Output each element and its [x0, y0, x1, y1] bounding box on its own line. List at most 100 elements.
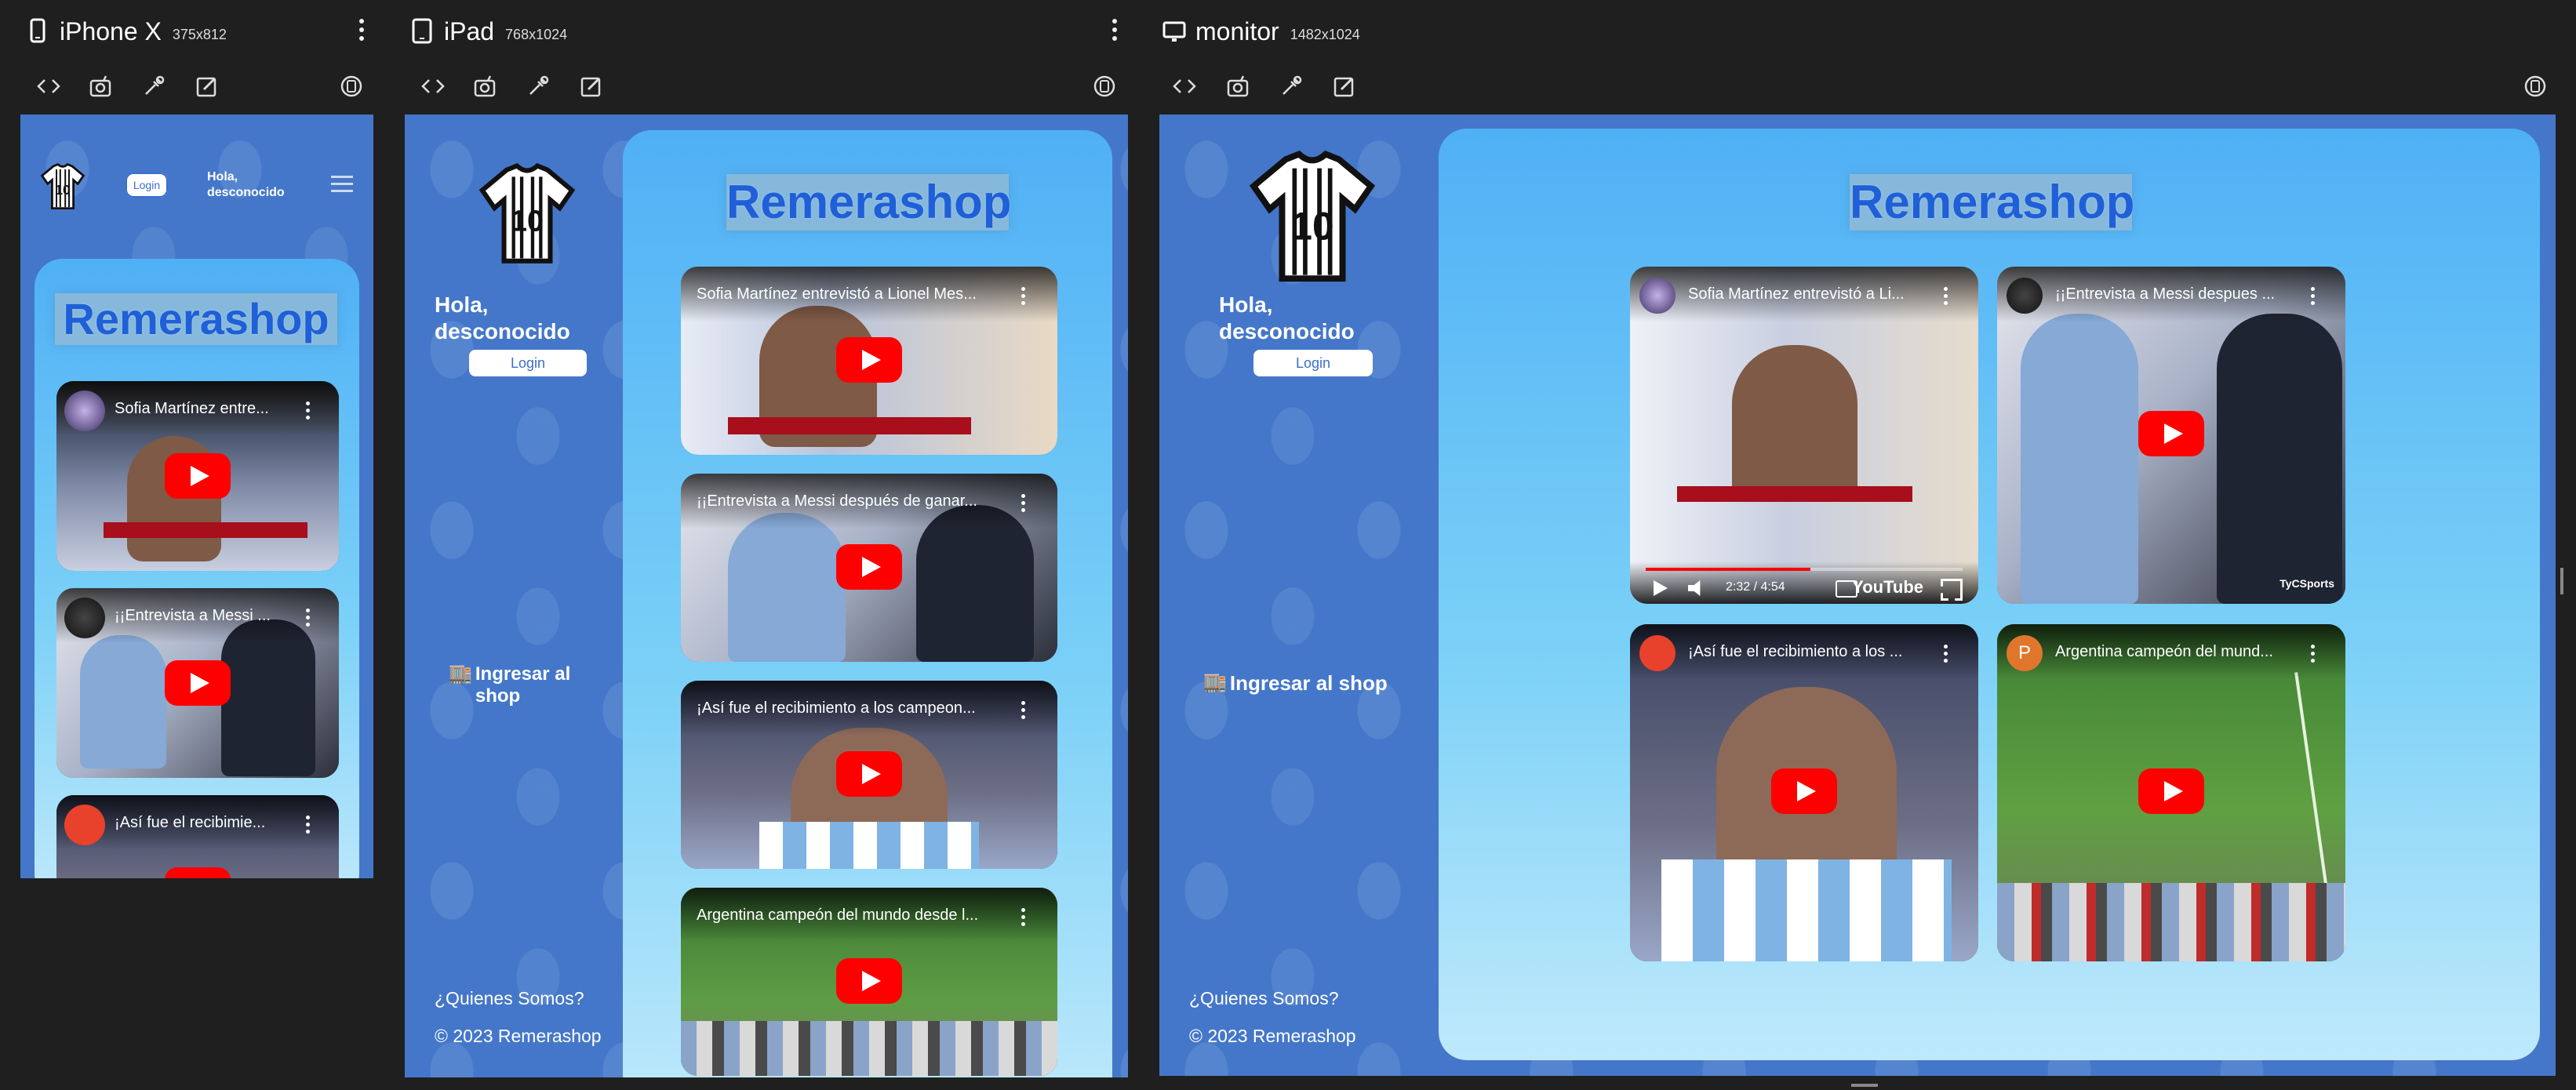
brand-title: Remerashop: [1850, 174, 2134, 231]
channel-avatar[interactable]: [1639, 278, 1675, 314]
play-button-icon[interactable]: [836, 544, 902, 590]
video-embed[interactable]: ¡Así fue el recibimie...: [56, 795, 339, 878]
video-title: ¡Así fue el recibimie...: [115, 814, 266, 831]
play-button-icon[interactable]: [2138, 768, 2204, 814]
video-title: ¡Así fue el recibimiento a los ...: [1688, 643, 1903, 660]
copyright-text: © 2023 Remerashop: [1189, 1026, 1356, 1046]
video-embed[interactable]: Sofia Martínez entre...: [56, 381, 339, 571]
video-embed[interactable]: Argentina campeón del mund... P: [1997, 624, 2345, 961]
edit-icon[interactable]: [193, 72, 221, 100]
panel-device-name: iPhone X: [60, 16, 162, 45]
video-embed[interactable]: ¡¡Entrevista a Messi despues ... TyCSpor…: [1997, 267, 2345, 604]
video-embed[interactable]: Argentina campeón del mundo desde l...: [681, 888, 1057, 1076]
video-embed[interactable]: ¡¡Entrevista a Messi después de ganar...: [681, 474, 1057, 662]
video-embed[interactable]: ¡Así fue el recibimiento a los ...: [1630, 624, 1978, 961]
store-icon: 🏬: [449, 663, 472, 685]
resize-handle-right[interactable]: [2560, 568, 2563, 594]
play-button-icon[interactable]: [836, 958, 902, 1004]
channel-avatar[interactable]: P: [2007, 635, 2043, 671]
code-icon[interactable]: [1170, 72, 1199, 100]
about-link[interactable]: ¿Quienes Somos?: [1189, 988, 1338, 1009]
rotate-icon[interactable]: [1090, 72, 1119, 100]
video-title: Sofia Martínez entre...: [115, 400, 269, 417]
tablet-icon: [411, 18, 433, 45]
code-icon[interactable]: [35, 72, 63, 100]
eyedropper-icon[interactable]: [1277, 72, 1305, 100]
panel-header: monitor 1482x1024: [1137, 0, 2576, 63]
video-embed[interactable]: Sofia Martínez entrevistó a Li... 2:32 /…: [1630, 267, 1978, 604]
play-icon[interactable]: [1654, 580, 1668, 596]
camera-icon[interactable]: [86, 72, 115, 100]
greeting-text: Hola, desconocido: [435, 292, 570, 343]
video-embed[interactable]: ¡¡Entrevista a Messi ...: [56, 588, 339, 778]
video-menu-icon[interactable]: [1021, 494, 1026, 515]
channel-avatar[interactable]: [64, 598, 105, 638]
video-menu-icon[interactable]: [306, 401, 311, 423]
video-menu-icon[interactable]: [2311, 287, 2316, 308]
video-menu-icon[interactable]: [2311, 645, 2316, 666]
video-menu-icon[interactable]: [306, 609, 311, 630]
channel-avatar[interactable]: [1639, 635, 1675, 671]
play-button-icon[interactable]: [165, 453, 231, 499]
device-panel-ipad: iPad 768x1024 10 Hola, desconocido Login …: [384, 0, 1137, 1090]
jersey-logo[interactable]: 10: [1238, 151, 1387, 284]
channel-avatar[interactable]: [2007, 278, 2043, 314]
video-embed[interactable]: Sofia Martínez entrevistó a Lionel Mes..…: [681, 267, 1057, 455]
resize-handle-bottom[interactable]: [1851, 1084, 1878, 1087]
video-menu-icon[interactable]: [306, 816, 311, 837]
shop-link[interactable]: 🏬 Ingresar al shop: [449, 663, 570, 707]
camera-icon[interactable]: [471, 72, 499, 100]
play-button-icon[interactable]: [165, 660, 231, 706]
video-progress-bar[interactable]: [1646, 568, 1963, 571]
about-link[interactable]: ¿Quienes Somos?: [435, 988, 584, 1009]
shop-link[interactable]: 🏬 Ingresar al shop: [1203, 671, 1388, 695]
video-menu-icon[interactable]: [1944, 645, 1948, 666]
video-embed[interactable]: ¡Así fue el recibimiento a los campeon..…: [681, 681, 1057, 869]
hamburger-menu-icon[interactable]: [331, 176, 353, 193]
content-card: [1439, 129, 2540, 1060]
login-button[interactable]: Login: [126, 173, 168, 198]
video-menu-icon[interactable]: [1021, 287, 1026, 308]
play-button-icon[interactable]: [165, 867, 231, 878]
video-title: ¡¡Entrevista a Messi despues ...: [2055, 285, 2276, 303]
video-menu-icon[interactable]: [1944, 287, 1948, 308]
channel-avatar[interactable]: [64, 391, 105, 431]
brand-title: Remerashop: [55, 293, 337, 345]
video-menu-icon[interactable]: [1021, 908, 1026, 929]
login-button[interactable]: Login: [1253, 350, 1373, 376]
svg-text:10: 10: [511, 205, 544, 238]
play-button-icon[interactable]: [2138, 411, 2204, 456]
svg-text:10: 10: [55, 182, 71, 198]
play-button-icon[interactable]: [836, 751, 902, 797]
edit-icon[interactable]: [577, 72, 606, 100]
camera-icon[interactable]: [1224, 72, 1252, 100]
panel-toolbar: [0, 63, 384, 110]
monitor-icon: [1162, 18, 1186, 45]
video-time: 2:32 / 4:54: [1726, 580, 1785, 594]
edit-icon[interactable]: [1330, 72, 1359, 100]
iphone-viewport: 10 Login Hola, desconocido Remerashop Sof…: [20, 114, 373, 878]
channel-avatar[interactable]: [64, 805, 105, 845]
panel-header: iPad 768x1024: [384, 0, 1137, 63]
store-icon: 🏬: [1203, 672, 1227, 693]
play-button-icon[interactable]: [1771, 768, 1837, 814]
play-button-icon[interactable]: [836, 337, 902, 383]
login-button[interactable]: Login: [469, 350, 587, 376]
youtube-logo[interactable]: YouTube: [1852, 577, 1923, 598]
brand-title: Remerashop: [726, 174, 1011, 231]
volume-icon[interactable]: [1688, 580, 1701, 596]
jersey-logo[interactable]: 10: [35, 163, 91, 210]
panel-menu-icon[interactable]: [358, 19, 366, 42]
panel-menu-icon[interactable]: [1111, 19, 1119, 42]
code-icon[interactable]: [419, 72, 447, 100]
fullscreen-icon[interactable]: [1941, 579, 1963, 601]
phone-icon: [27, 18, 49, 45]
panel-header: iPhone X 375x812: [0, 0, 384, 63]
video-menu-icon[interactable]: [1021, 701, 1026, 722]
rotate-icon[interactable]: [337, 72, 366, 100]
jersey-logo[interactable]: 10: [472, 163, 582, 265]
eyedropper-icon[interactable]: [140, 72, 168, 100]
panel-toolbar: [1137, 63, 2576, 110]
eyedropper-icon[interactable]: [524, 72, 552, 100]
rotate-icon[interactable]: [2521, 72, 2549, 100]
